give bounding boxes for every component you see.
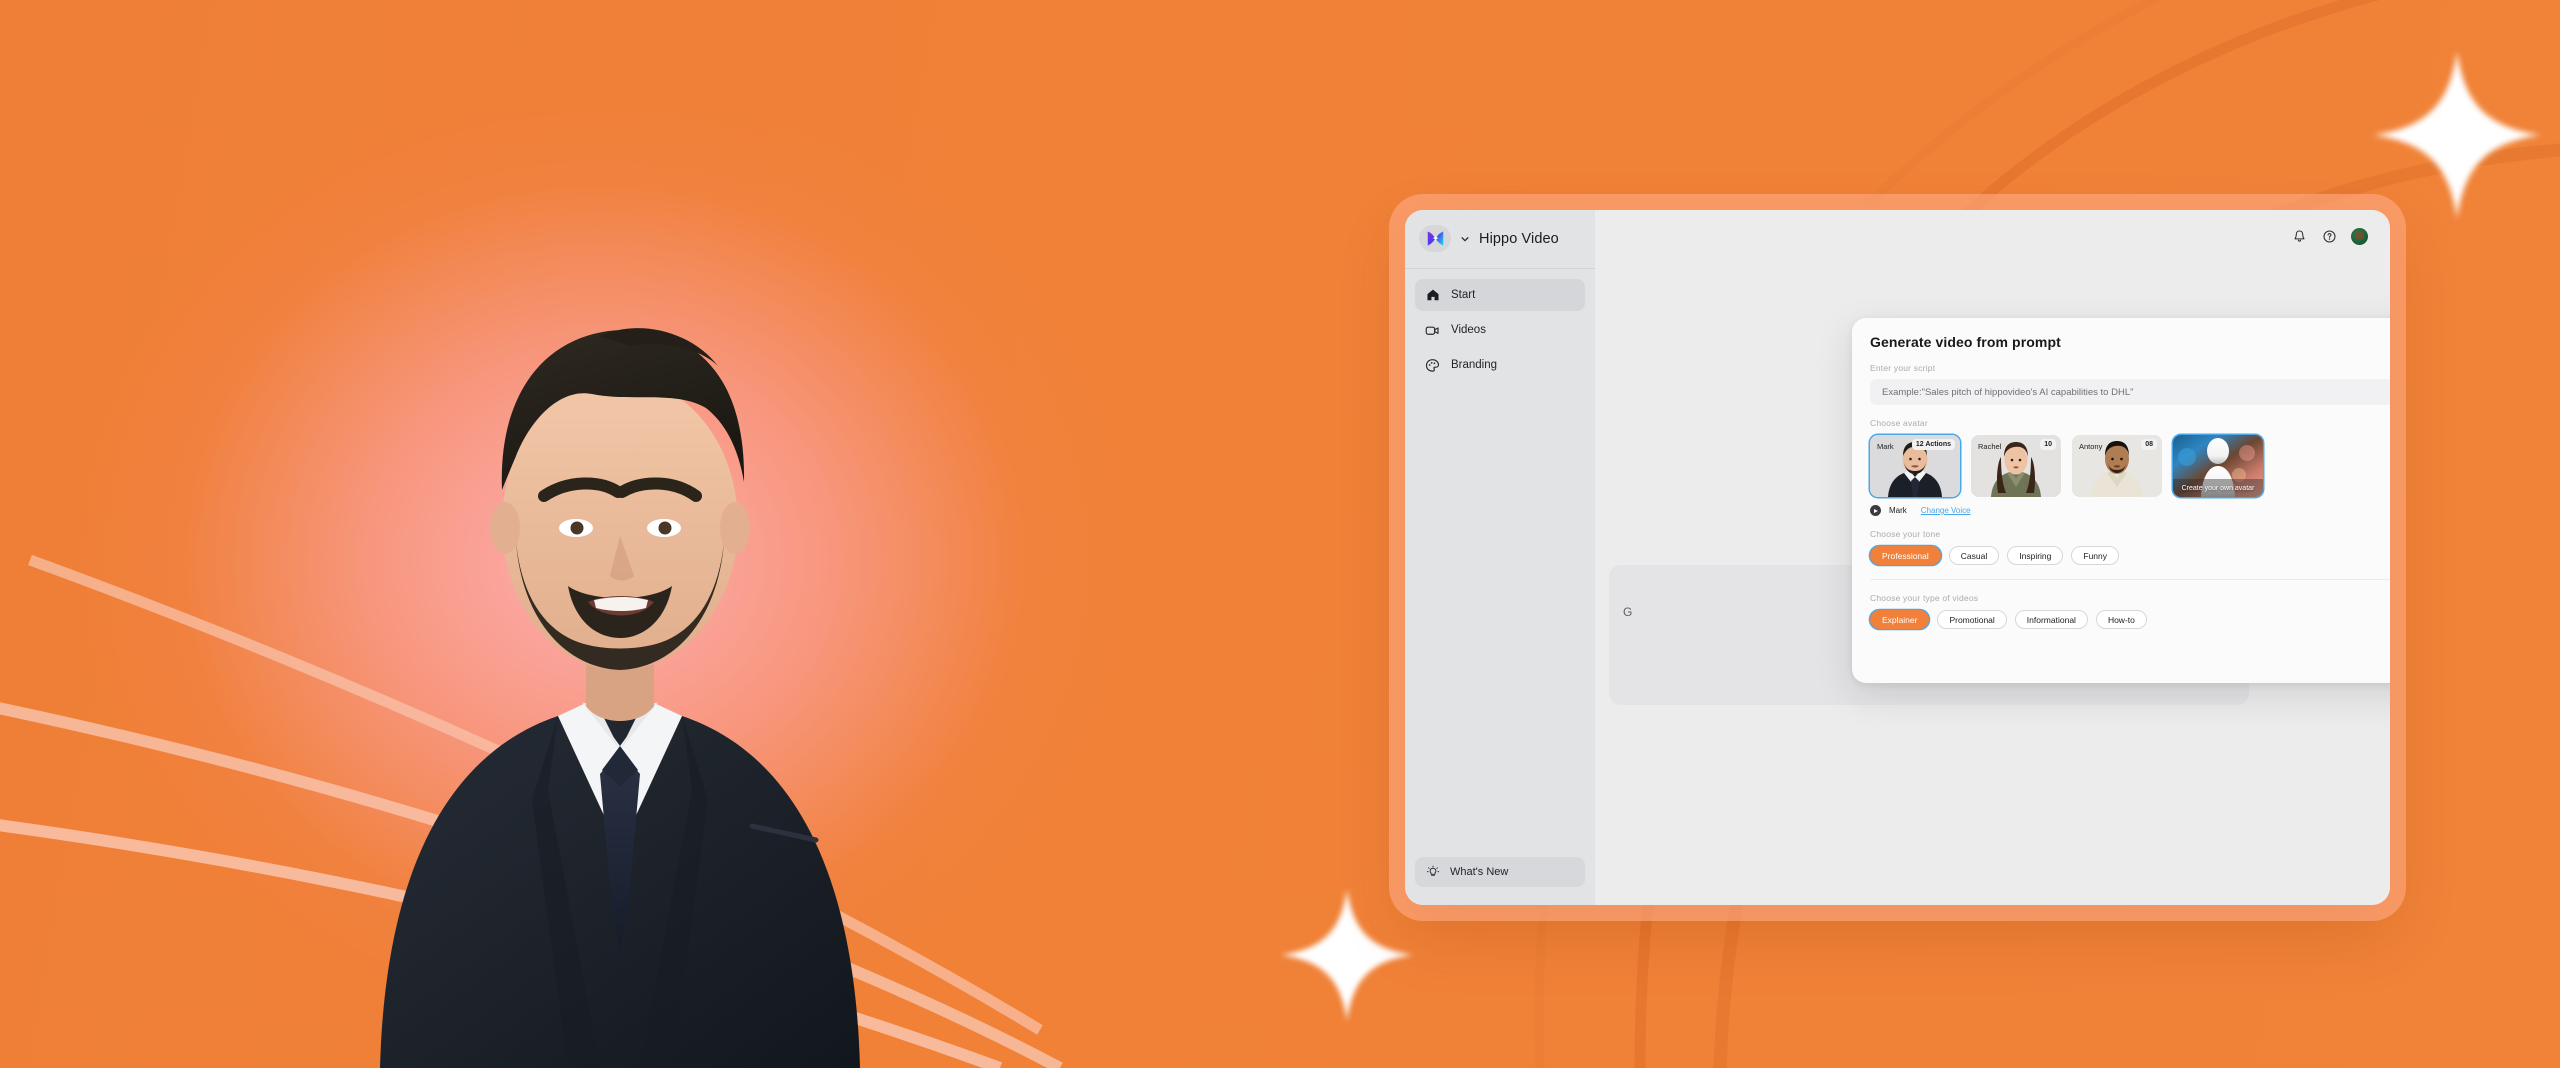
help-circle-icon[interactable] [2321,228,2337,244]
create-own-avatar-label: Create your own avatar [2181,485,2255,493]
video-camera-icon [1425,323,1440,338]
sidebar-item-label: Videos [1451,324,1486,336]
avatar-name: Mark [1877,442,1894,451]
change-voice-link[interactable]: Change Voice [1921,506,1971,515]
home-icon [1425,288,1440,303]
video-type-options: Explainer Promotional Informational How-… [1870,610,2147,629]
sidebar-nav: Start Videos Branding [1405,269,1595,381]
app-window: Hippo Video Start Videos Branding What's… [1405,210,2390,905]
generate-video-modal: Generate video from prompt Enter your sc… [1852,318,2390,683]
video-type-chip-how-to[interactable]: How-to [2095,610,2147,629]
avatar-badge: 10 [2040,439,2056,450]
page-root: Hippo Video Start Videos Branding What's… [0,0,2560,1068]
avatar-card-rachel[interactable]: Rachel 10 [1971,435,2061,497]
lightbulb-icon [1425,865,1440,880]
main-content: G Generate video from prompt Enter your … [1595,210,2390,905]
topbar [1595,210,2390,262]
brand-switcher[interactable]: Hippo Video [1405,210,1595,269]
brand-name: Hippo Video [1479,230,1559,247]
bell-icon[interactable] [2291,228,2307,244]
video-type-chip-explainer[interactable]: Explainer [1870,610,1930,629]
video-type-chip-promotional[interactable]: Promotional [1937,610,2007,629]
voice-name: Mark [1889,506,1907,515]
voice-row: Mark Change Voice [1870,505,2390,516]
avatar-list: Mark 12 Actions Rachel 10 Antony 08 Crea… [1870,435,2390,497]
tone-chip-casual[interactable]: Casual [1948,546,2000,565]
play-icon[interactable] [1870,505,1881,516]
script-label: Enter your script [1870,363,1936,373]
section-divider [1870,579,2390,580]
presenter-photo [380,328,860,1068]
script-input[interactable] [1870,379,2390,405]
tone-chip-funny[interactable]: Funny [2071,546,2120,565]
avatar-badge: 12 Actions [1911,439,1955,450]
sidebar-item-label: Branding [1451,359,1498,371]
user-avatar[interactable] [2351,227,2368,245]
tone-options: Professional Casual Inspiring Funny [1870,546,2390,565]
modal-header: Generate video from prompt [1870,334,2390,350]
sidebar-item-branding[interactable]: Branding [1415,349,1585,381]
chevron-down-icon [1461,236,1469,241]
sidebar-item-videos[interactable]: Videos [1415,314,1585,346]
video-type-chip-informational[interactable]: Informational [2014,610,2088,629]
sidebar-item-start[interactable]: Start [1415,279,1585,311]
whats-new-button[interactable]: What's New [1415,857,1585,887]
background-ghost-text: G [1623,605,1633,619]
avatar-card-antony[interactable]: Antony 08 [2072,435,2162,497]
avatar-card-mark[interactable]: Mark 12 Actions [1870,435,1960,497]
hippo-video-logo-icon [1419,225,1451,252]
avatar-section-header: Choose avatar See All [1870,418,2390,428]
sidebar: Hippo Video Start Videos Branding What's… [1405,210,1595,905]
video-type-label: Choose your type of videos [1870,593,1979,603]
sidebar-item-label: Start [1451,289,1476,301]
palette-icon [1425,358,1440,373]
choose-avatar-label: Choose avatar [1870,418,1928,428]
create-own-avatar-card[interactable]: Create your own avatar [2173,435,2263,497]
page-title: Generate video from prompt [1870,334,2061,350]
avatar-name: Antony [2079,442,2103,451]
avatar-name: Rachel [1978,442,2002,451]
modal-footer: Explainer Promotional Informational How-… [1870,603,2390,629]
tone-chip-professional[interactable]: Professional [1870,546,1941,565]
avatar-badge: 08 [2141,439,2157,450]
tone-chip-inspiring[interactable]: Inspiring [2007,546,2064,565]
tone-label: Choose your tone [1870,529,1941,539]
whats-new-label: What's New [1450,866,1509,878]
